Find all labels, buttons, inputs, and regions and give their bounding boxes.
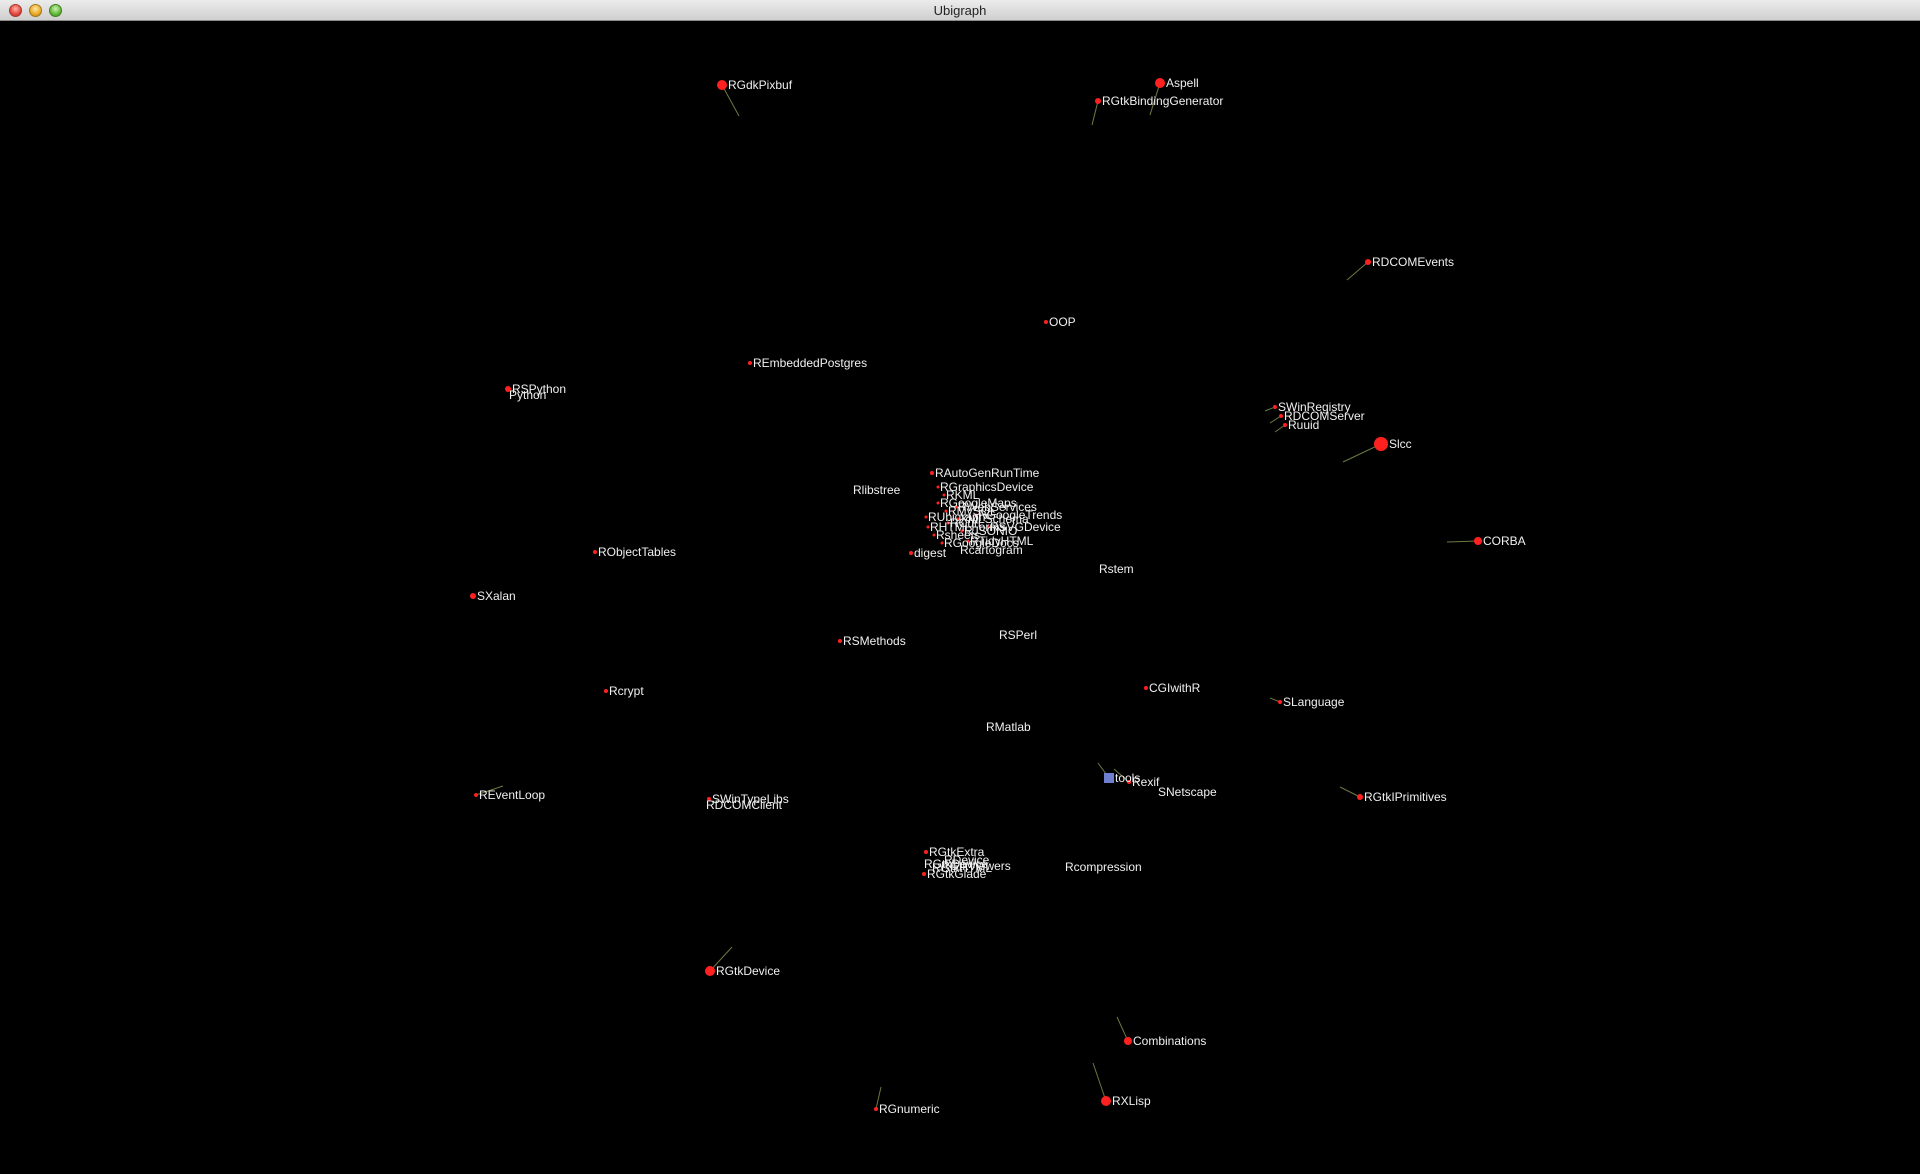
graph-node[interactable] bbox=[1357, 794, 1363, 800]
node-label[interactable]: RSMethods bbox=[843, 635, 906, 647]
node-label[interactable]: RDCOMEvents bbox=[1372, 256, 1454, 268]
node-label[interactable]: RMatlab bbox=[986, 721, 1031, 733]
graph-node[interactable] bbox=[1104, 773, 1114, 783]
graph-node[interactable] bbox=[1273, 405, 1277, 409]
graph-node[interactable] bbox=[1124, 1037, 1132, 1045]
node-label[interactable]: CGIwithR bbox=[1149, 682, 1200, 694]
graph-node[interactable] bbox=[874, 1107, 878, 1111]
node-label[interactable]: Rlibstree bbox=[853, 484, 900, 496]
node-label[interactable]: Rcompression bbox=[1065, 861, 1142, 873]
node-label[interactable]: RSPerl bbox=[999, 629, 1037, 641]
node-label[interactable]: RObjectTables bbox=[598, 546, 676, 558]
ubigraph-window: Ubigraph RGdkPixbuf Aspell RGtkBindingGene… bbox=[0, 0, 1920, 1174]
node-label[interactable]: REventLoop bbox=[479, 789, 545, 801]
node-label[interactable]: REmbeddedPostgres bbox=[753, 357, 867, 369]
graph-node[interactable] bbox=[474, 793, 478, 797]
graph-node[interactable] bbox=[1101, 1096, 1111, 1106]
node-label[interactable]: SLanguage bbox=[1283, 696, 1344, 708]
node-label[interactable]: RGnumeric bbox=[879, 1103, 940, 1115]
node-label[interactable]: OOP bbox=[1049, 316, 1076, 328]
node-label[interactable]: SXalan bbox=[477, 590, 516, 602]
node-label[interactable]: RGdkPixbuf bbox=[728, 79, 792, 91]
graph-node[interactable] bbox=[1474, 537, 1482, 545]
graph-node[interactable] bbox=[1044, 320, 1048, 324]
graph-node[interactable] bbox=[1144, 686, 1148, 690]
cluster-node-label[interactable]: RDevice bbox=[944, 854, 989, 866]
node-label[interactable]: Python bbox=[509, 389, 546, 401]
graph-edge bbox=[1339, 786, 1361, 798]
graph-node[interactable] bbox=[604, 689, 608, 693]
graph-edge bbox=[1091, 100, 1099, 126]
node-label[interactable]: digest bbox=[914, 547, 946, 559]
cluster-node-label[interactable]: RWebServices bbox=[958, 501, 1037, 513]
graph-node[interactable] bbox=[930, 471, 934, 475]
graph-node[interactable] bbox=[909, 551, 913, 555]
graph-node[interactable] bbox=[748, 361, 752, 365]
node-label[interactable]: CORBA bbox=[1483, 535, 1526, 547]
graph-node[interactable] bbox=[1279, 414, 1283, 418]
node-label[interactable]: RGtkBindingGenerator bbox=[1102, 95, 1223, 107]
graph-node[interactable] bbox=[1278, 700, 1282, 704]
window-title: Ubigraph bbox=[933, 3, 987, 18]
graph-node[interactable] bbox=[717, 80, 727, 90]
graph-canvas[interactable]: RGdkPixbuf Aspell RGtkBindingGenerator RDCO… bbox=[0, 21, 1920, 1174]
node-label[interactable]: Combinations bbox=[1133, 1035, 1206, 1047]
node-label[interactable]: Ruuid bbox=[1288, 419, 1319, 431]
graph-edges-layer bbox=[470, 78, 1482, 1111]
node-label[interactable]: RXLisp bbox=[1112, 1095, 1151, 1107]
graph-edge bbox=[1092, 1062, 1107, 1102]
node-label[interactable]: Rstem bbox=[1099, 563, 1134, 575]
node-label[interactable]: Rcrypt bbox=[609, 685, 644, 697]
graph-node[interactable] bbox=[593, 550, 597, 554]
cluster-node-label[interactable]: RSVGDevice bbox=[990, 521, 1061, 533]
graph-node[interactable] bbox=[838, 639, 842, 643]
graph-node[interactable] bbox=[1283, 423, 1287, 427]
node-label[interactable]: Aspell bbox=[1166, 77, 1199, 89]
graph-node[interactable] bbox=[924, 850, 928, 854]
graph-node[interactable] bbox=[922, 872, 926, 876]
node-label[interactable]: RDCOMClient bbox=[706, 799, 782, 811]
graph-edge bbox=[1446, 540, 1479, 543]
graph-node[interactable] bbox=[705, 966, 715, 976]
title-bar[interactable]: Ubigraph bbox=[0, 0, 1920, 21]
node-label[interactable]: RGtkIPrimitives bbox=[1364, 791, 1447, 803]
graph-node[interactable] bbox=[1095, 98, 1101, 104]
node-label[interactable]: RAutoGenRunTime bbox=[935, 467, 1039, 479]
graph-edge bbox=[1346, 261, 1369, 281]
node-label[interactable]: SNetscape bbox=[1158, 786, 1217, 798]
graph-node[interactable] bbox=[1365, 259, 1371, 265]
graph-node[interactable] bbox=[1374, 437, 1388, 451]
node-label[interactable]: RGtkDevice bbox=[716, 965, 780, 977]
node-label[interactable]: Rexif bbox=[1132, 776, 1159, 788]
graph-node[interactable] bbox=[470, 593, 476, 599]
cluster-node-label[interactable]: RTidyHTML bbox=[970, 535, 1033, 547]
graph-node[interactable] bbox=[1155, 78, 1165, 88]
node-label[interactable]: Slcc bbox=[1389, 438, 1412, 450]
